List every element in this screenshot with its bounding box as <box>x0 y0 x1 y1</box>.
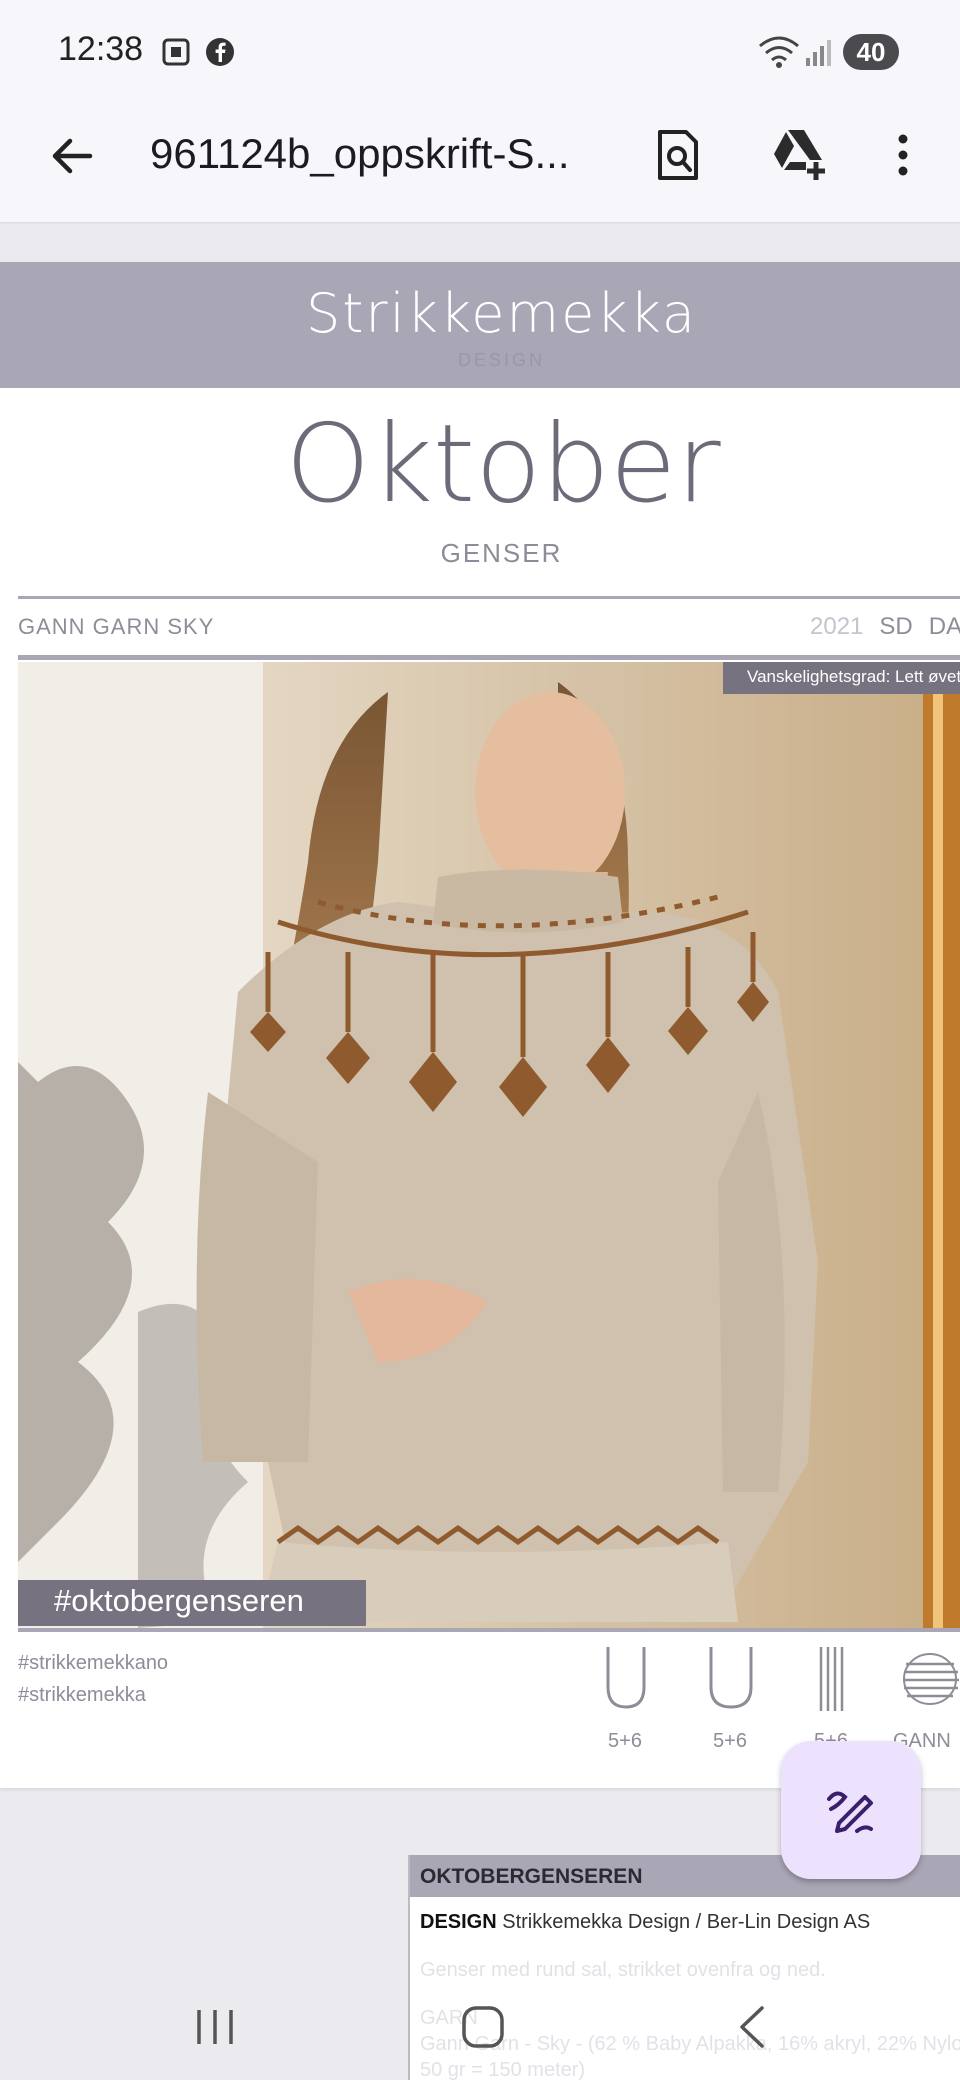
tool-label: 5+6 <box>713 1730 747 1752</box>
info-design: DESIGN Strikkemekka Design / Ber-Lin Des… <box>420 1911 870 1934</box>
document-title: 961124b_oppskrift-S... <box>150 130 570 177</box>
pattern-title: Oktober <box>285 402 721 527</box>
divider <box>18 655 960 660</box>
edit-fab[interactable] <box>781 1741 921 1879</box>
pattern-code: SD <box>879 613 913 640</box>
yarn-ball-icon <box>903 1653 959 1705</box>
hashtag-main: #oktobergenseren <box>18 1580 366 1626</box>
brand-subtitle: DESIGN <box>457 350 545 370</box>
brand-name: Strikkemekka <box>305 282 697 345</box>
pattern-year: 2021 <box>810 613 864 640</box>
more-vert-icon[interactable] <box>888 130 918 180</box>
hashtag-2: #strikkemekka <box>18 1684 146 1706</box>
search-document-icon[interactable] <box>654 128 702 182</box>
difficulty-label: Vanskelighetsgrad: Lett øvet <box>723 662 960 694</box>
navigation-bar <box>0 1960 960 2080</box>
hashtag-1: #strikkemekkano <box>18 1652 169 1674</box>
circular-needle-icon <box>606 1647 646 1709</box>
back-arrow-icon[interactable] <box>48 132 96 180</box>
recents-icon[interactable] <box>194 2006 236 2048</box>
wifi-icon <box>759 36 799 68</box>
status-time: 12:38 <box>58 30 144 68</box>
design-value: Strikkemekka Design / Ber-Lin Design AS <box>502 1911 871 1933</box>
brand-band: Strikkemekka DESIGN <box>0 262 960 388</box>
pdf-page: Strikkemekka DESIGN Oktober GENSER GANN … <box>0 262 960 1788</box>
pattern-language: DAN <box>928 613 960 640</box>
signal-icon <box>806 40 831 66</box>
tool-label: 5+6 <box>608 1730 642 1752</box>
drive-add-icon[interactable] <box>770 126 828 182</box>
circular-needle-icon <box>709 1647 753 1709</box>
divider <box>18 1628 960 1632</box>
pattern-type: GENSER <box>440 538 563 568</box>
screenshot-icon <box>162 38 190 66</box>
app-bar: 961124b_oppskrift-S... <box>0 100 960 222</box>
edit-pen-icon <box>827 1791 873 1833</box>
facebook-icon <box>206 38 234 66</box>
meta-line: 2021 SD DAN <box>810 613 960 641</box>
sweater-photo <box>18 662 960 1628</box>
back-icon[interactable] <box>734 2004 770 2050</box>
dpn-needles-icon <box>819 1647 844 1711</box>
status-bar: 12:38 40 <box>0 0 960 100</box>
home-icon[interactable] <box>460 2004 506 2050</box>
divider <box>18 596 960 599</box>
yarn-name: GANN GARN SKY <box>18 614 215 639</box>
battery-indicator: 40 <box>843 34 899 70</box>
design-label: DESIGN <box>420 1911 497 1933</box>
